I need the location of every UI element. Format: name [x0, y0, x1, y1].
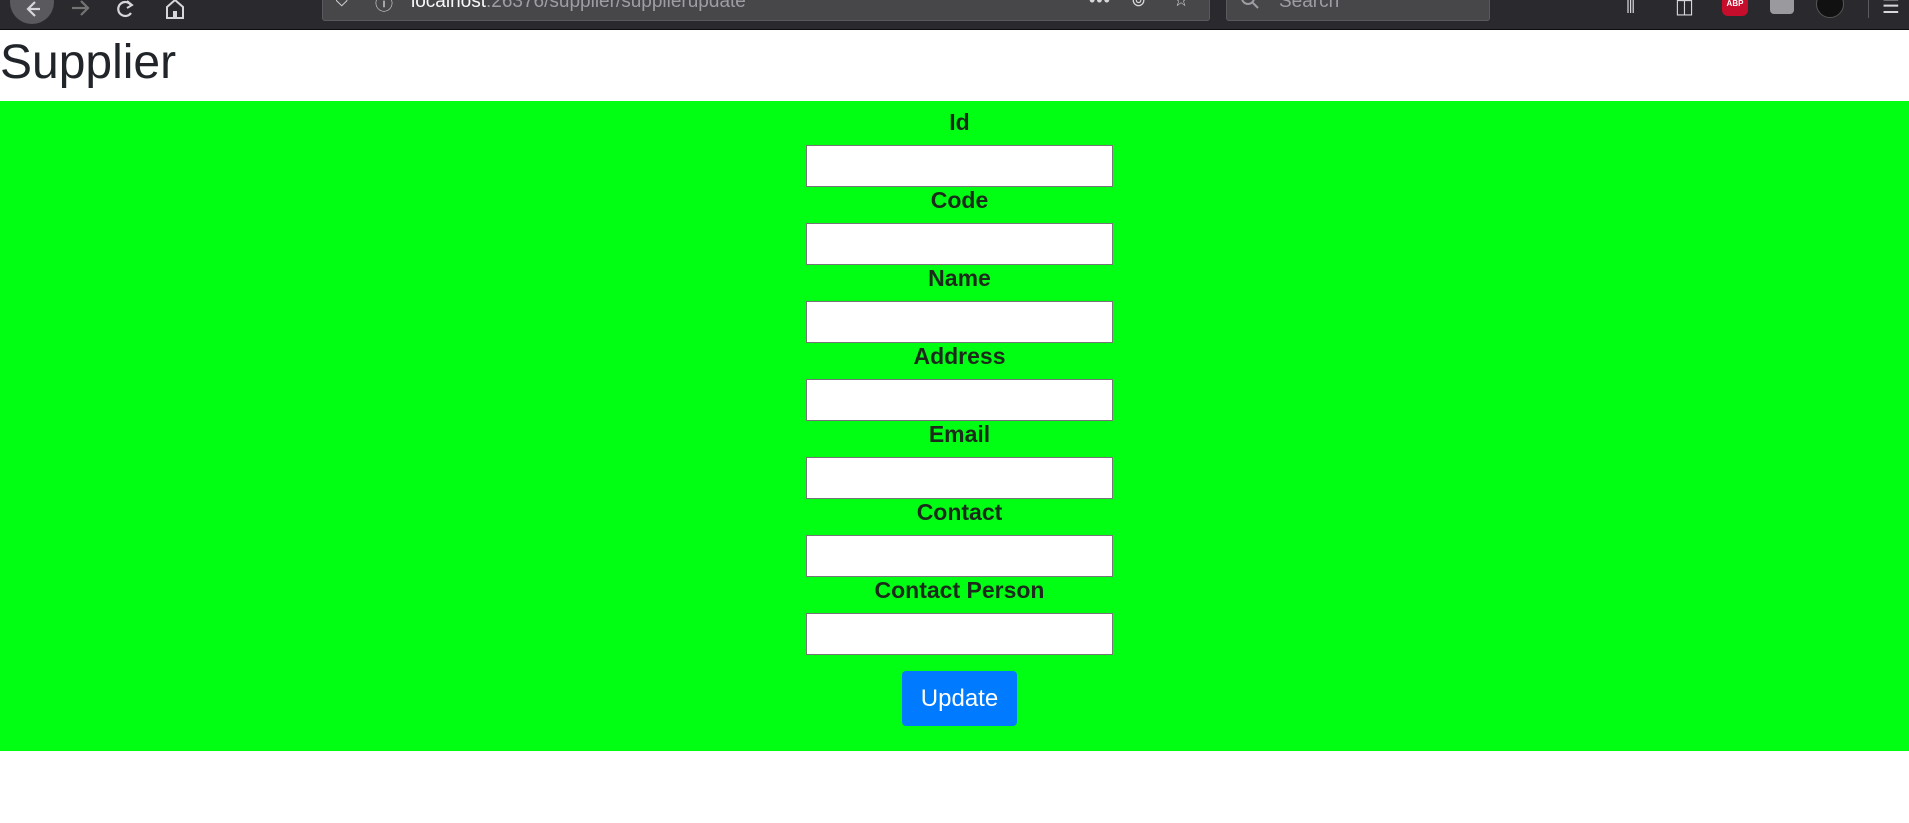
name-input[interactable]: [806, 301, 1113, 343]
search-bar[interactable]: Search: [1226, 0, 1490, 21]
field-code: Code: [806, 187, 1113, 265]
address-input[interactable]: [806, 379, 1113, 421]
library-icon[interactable]: ⫼: [1626, 0, 1635, 17]
reload-icon: [117, 0, 134, 18]
field-contact: Contact: [806, 499, 1113, 577]
tracking-shield-icon[interactable]: ⛉: [335, 0, 349, 11]
pocket-icon[interactable]: ⊚: [1131, 0, 1146, 11]
url-bar[interactable]: ⛉ ⓘ localhost:26376/supplier/supplierupd…: [322, 0, 1210, 21]
home-icon: [166, 0, 184, 19]
code-label: Code: [930, 187, 989, 213]
forward-arrow-icon: [72, 0, 90, 16]
contact-input[interactable]: [806, 535, 1113, 577]
search-icon: [1239, 0, 1261, 16]
field-id: Id: [806, 109, 1113, 187]
forward-button[interactable]: [64, 0, 98, 26]
email-label: Email: [928, 421, 991, 447]
home-button[interactable]: [158, 0, 192, 26]
sidebar-icon[interactable]: ◫: [1675, 0, 1694, 19]
browser-toolbar: ⛉ ⓘ localhost:26376/supplier/supplierupd…: [0, 0, 1909, 30]
address-label: Address: [913, 343, 1006, 369]
url-text[interactable]: localhost:26376/supplier/supplierupdate: [411, 0, 746, 13]
supplier-form: Id Code Name Address Email Contact Conta…: [0, 101, 1909, 751]
bookmark-star-icon[interactable]: ☆: [1173, 0, 1189, 11]
update-button[interactable]: Update: [902, 671, 1017, 726]
field-contact-person: Contact Person: [806, 577, 1113, 655]
id-input[interactable]: [806, 145, 1113, 187]
toolbar-divider: [1868, 0, 1869, 18]
url-path: :26376/supplier/supplierupdate: [486, 0, 746, 12]
page-title: Supplier: [0, 36, 177, 89]
id-label: Id: [949, 109, 970, 135]
back-arrow-icon: [26, 1, 40, 17]
contact-person-label: Contact Person: [874, 577, 1045, 603]
contact-person-input[interactable]: [806, 613, 1113, 655]
field-name: Name: [806, 265, 1113, 343]
profile-icon[interactable]: [1816, 0, 1844, 18]
email-input[interactable]: [806, 457, 1113, 499]
field-address: Address: [806, 343, 1113, 421]
extension-icon[interactable]: [1770, 0, 1794, 14]
field-email: Email: [806, 421, 1113, 499]
menu-icon[interactable]: ☰: [1882, 0, 1900, 19]
url-host: localhost: [411, 0, 486, 12]
reload-button[interactable]: [108, 0, 142, 26]
name-label: Name: [928, 265, 991, 291]
search-placeholder: Search: [1279, 0, 1340, 12]
contact-label: Contact: [916, 499, 1003, 525]
back-button[interactable]: [10, 0, 54, 24]
page-actions-icon[interactable]: •••: [1089, 0, 1111, 11]
info-icon[interactable]: ⓘ: [375, 0, 393, 16]
code-input[interactable]: [806, 223, 1113, 265]
adblock-icon[interactable]: ABP: [1722, 0, 1748, 16]
